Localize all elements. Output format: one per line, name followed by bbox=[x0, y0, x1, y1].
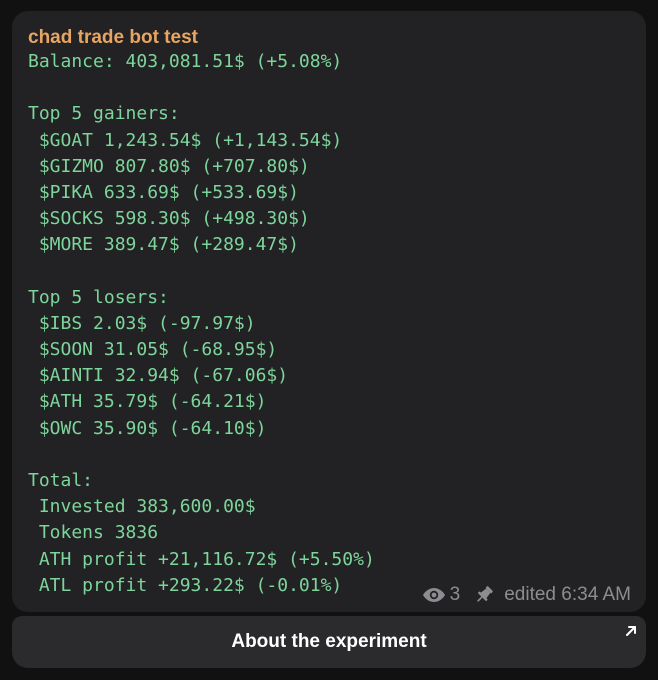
external-link-arrow-icon bbox=[624, 622, 638, 644]
message-line: Top 5 losers: bbox=[28, 286, 169, 308]
message-line: $SOCKS 598.30$ (+498.30$) bbox=[28, 208, 310, 230]
message-line: $GOAT 1,243.54$ (+1,143.54$) bbox=[28, 129, 343, 151]
message-line: Top 5 gainers: bbox=[28, 103, 180, 125]
message-line: $MORE 389.47$ (+289.47$) bbox=[28, 234, 299, 256]
message-line: $PIKA 633.69$ (+533.69$) bbox=[28, 181, 299, 203]
button-label: About the experiment bbox=[231, 631, 427, 652]
message-line: Invested 383,600.00$ bbox=[28, 496, 256, 518]
sender-name[interactable]: chad trade bot test bbox=[28, 27, 198, 49]
message-line: ATH profit +21,116.72$ (+5.50%) bbox=[28, 548, 375, 570]
message-line: $AINTI 32.94$ (-67.06$) bbox=[28, 365, 289, 387]
about-experiment-button[interactable]: About the experiment bbox=[12, 616, 646, 668]
message-line: Balance: 403,081.51$ (+5.08%) bbox=[28, 51, 343, 72]
eye-icon bbox=[422, 587, 446, 603]
message-line: $OWC 35.90$ (-64.10$) bbox=[28, 417, 267, 439]
pin-icon bbox=[474, 585, 494, 605]
message-line: $GIZMO 807.80$ (+707.80$) bbox=[28, 155, 310, 177]
message-line: ATL profit +293.22$ (-0.01%) bbox=[28, 574, 343, 596]
message-line bbox=[28, 442, 375, 468]
message-line bbox=[28, 75, 375, 101]
view-count: 3 bbox=[449, 584, 461, 605]
message-line: Total: bbox=[28, 470, 94, 491]
message-bubble[interactable]: chad trade bot test Balance: 403,081.51$… bbox=[12, 11, 646, 612]
message-line: $ATH 35.79$ (-64.21$) bbox=[28, 391, 267, 413]
message-line bbox=[28, 259, 375, 285]
message-line: $SOON 31.05$ (-68.95$) bbox=[28, 339, 278, 361]
message-meta: 3 edited 6:34 AM bbox=[422, 584, 631, 606]
message-line: Tokens 3836 bbox=[28, 522, 159, 544]
edited-timestamp: edited 6:34 AM bbox=[504, 584, 631, 605]
message-line: $IBS 2.03$ (-97.97$) bbox=[28, 312, 256, 334]
message-text: Balance: 403,081.51$ (+5.08%) Top 5 gaine… bbox=[28, 49, 375, 599]
